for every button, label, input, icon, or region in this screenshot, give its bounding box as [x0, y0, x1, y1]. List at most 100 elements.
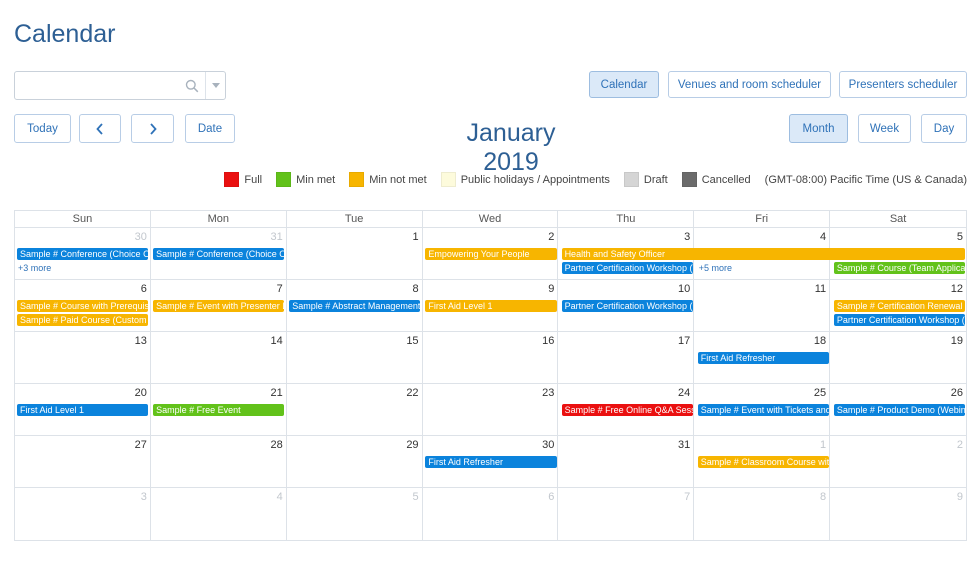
calendar-event[interactable]: First Aid Refresher [425, 456, 557, 468]
calendar-event[interactable]: Partner Certification Workshop (One Day) [561, 300, 693, 312]
day-number[interactable]: 13 [135, 335, 147, 347]
prev-month-button[interactable] [79, 114, 121, 143]
calendar-view-button[interactable]: Calendar [589, 71, 659, 98]
day-number[interactable]: 12 [951, 283, 963, 295]
day-number[interactable]: 20 [135, 387, 147, 399]
more-events-link[interactable]: +3 more [18, 262, 51, 274]
day-number[interactable]: 29 [406, 439, 418, 451]
day-number[interactable]: 3 [684, 231, 690, 243]
week-view-button[interactable]: Week [858, 114, 911, 143]
day-cell[interactable]: 4 [151, 488, 287, 540]
day-cell[interactable]: 9 [830, 488, 966, 540]
day-number[interactable]: 8 [412, 283, 418, 295]
day-number[interactable]: 4 [820, 231, 826, 243]
calendar-event[interactable]: Sample # Event with Presenter Login [153, 300, 285, 312]
next-month-button[interactable] [131, 114, 174, 143]
day-cell[interactable]: 27 [15, 436, 151, 487]
search-input[interactable] [15, 72, 179, 99]
day-number[interactable]: 5 [957, 231, 963, 243]
day-number[interactable]: 22 [406, 387, 418, 399]
day-cell[interactable]: 16 [423, 332, 559, 383]
calendar-event[interactable]: Partner Certification Workshop (Three Da… [561, 262, 693, 274]
day-cell[interactable]: 22 [287, 384, 423, 435]
chevron-down-icon[interactable] [205, 72, 225, 99]
calendar-event[interactable]: First Aid Refresher [697, 352, 829, 364]
day-number[interactable]: 8 [820, 491, 826, 503]
day-number[interactable]: 11 [815, 283, 826, 295]
day-number[interactable]: 6 [548, 491, 554, 503]
day-number[interactable]: 19 [951, 335, 963, 347]
calendar-event[interactable]: Sample # Course with Prerequisites [17, 300, 149, 312]
calendar-event[interactable]: Sample # Free Event [153, 404, 285, 416]
month-view-button[interactable]: Month [789, 114, 848, 143]
day-number[interactable]: 30 [542, 439, 554, 451]
calendar-event[interactable]: Sample # Free Online Q&A Session [561, 404, 693, 416]
day-cell[interactable]: 17 [558, 332, 695, 383]
venues-scheduler-button[interactable]: Venues and room scheduler [668, 71, 831, 98]
calendar-event[interactable]: First Aid Level 1 [17, 404, 149, 416]
calendar-event[interactable]: Partner Certification Workshop (Two Day) [833, 314, 965, 326]
day-cell[interactable]: 6 [423, 488, 559, 540]
day-number[interactable]: 26 [951, 387, 963, 399]
day-number[interactable]: 31 [678, 439, 690, 451]
day-number[interactable]: 4 [277, 491, 283, 503]
day-number[interactable]: 17 [678, 335, 690, 347]
presenters-scheduler-button[interactable]: Presenters scheduler [839, 71, 967, 98]
calendar-event[interactable]: First Aid Level 1 [425, 300, 557, 312]
calendar-event[interactable]: Sample # Conference (Choice Of Sessions) [17, 248, 149, 260]
day-number[interactable]: 5 [412, 491, 418, 503]
calendar-event[interactable]: Health and Safety Officer [561, 248, 965, 260]
day-number[interactable]: 24 [678, 387, 690, 399]
day-cell[interactable]: 11 [694, 280, 831, 331]
day-cell[interactable]: 5 [287, 488, 423, 540]
day-cell[interactable]: 8 [694, 488, 831, 540]
day-cell[interactable]: 28 [151, 436, 287, 487]
day-cell[interactable]: 23 [423, 384, 559, 435]
day-cell[interactable]: 31 [558, 436, 695, 487]
more-events-link[interactable]: +5 more [699, 262, 732, 274]
calendar-event[interactable]: Sample # Certification Renewal [833, 300, 965, 312]
calendar-event[interactable]: Sample # Course (Team Application) [833, 262, 965, 274]
day-cell[interactable]: 15 [287, 332, 423, 383]
day-number[interactable]: 21 [270, 387, 282, 399]
day-number[interactable]: 1 [412, 231, 418, 243]
day-cell[interactable]: 14 [151, 332, 287, 383]
day-number[interactable]: 30 [135, 231, 147, 243]
day-number[interactable]: 3 [141, 491, 147, 503]
day-cell[interactable]: 7 [558, 488, 695, 540]
day-number[interactable]: 7 [277, 283, 283, 295]
day-view-button[interactable]: Day [921, 114, 967, 143]
search-icon[interactable] [179, 72, 205, 99]
day-cell[interactable]: 19 [830, 332, 966, 383]
date-picker-button[interactable]: Date [185, 114, 235, 143]
day-number[interactable]: 1 [820, 439, 826, 451]
day-number[interactable]: 9 [548, 283, 554, 295]
calendar-event[interactable]: Empowering Your People [425, 248, 557, 260]
day-number[interactable]: 6 [141, 283, 147, 295]
day-number[interactable]: 7 [684, 491, 690, 503]
today-button[interactable]: Today [14, 114, 71, 143]
day-number[interactable]: 27 [135, 439, 147, 451]
day-number[interactable]: 10 [678, 283, 690, 295]
day-number[interactable]: 31 [270, 231, 282, 243]
day-number[interactable]: 2 [548, 231, 554, 243]
day-number[interactable]: 18 [814, 335, 826, 347]
day-number[interactable]: 14 [270, 335, 282, 347]
day-number[interactable]: 16 [542, 335, 554, 347]
calendar-event[interactable]: Sample # Classroom Course with Fees [697, 456, 829, 468]
day-cell[interactable]: 3 [15, 488, 151, 540]
day-cell[interactable]: 29 [287, 436, 423, 487]
day-number[interactable]: 2 [957, 439, 963, 451]
day-number[interactable]: 15 [406, 335, 418, 347]
day-cell[interactable]: 2 [830, 436, 966, 487]
day-number[interactable]: 25 [814, 387, 826, 399]
calendar-event[interactable]: Sample # Paid Course (Custom Fields) [17, 314, 149, 326]
day-cell[interactable]: 13 [15, 332, 151, 383]
calendar-event[interactable]: Sample # Abstract Management Conference [289, 300, 421, 312]
day-number[interactable]: 28 [270, 439, 282, 451]
calendar-event[interactable]: Sample # Conference (Choice Of Sessions) [153, 248, 285, 260]
day-number[interactable]: 9 [957, 491, 963, 503]
calendar-event[interactable]: Sample # Event with Tickets and Sessions [697, 404, 829, 416]
day-cell[interactable]: 1 [287, 228, 423, 279]
day-number[interactable]: 23 [542, 387, 554, 399]
